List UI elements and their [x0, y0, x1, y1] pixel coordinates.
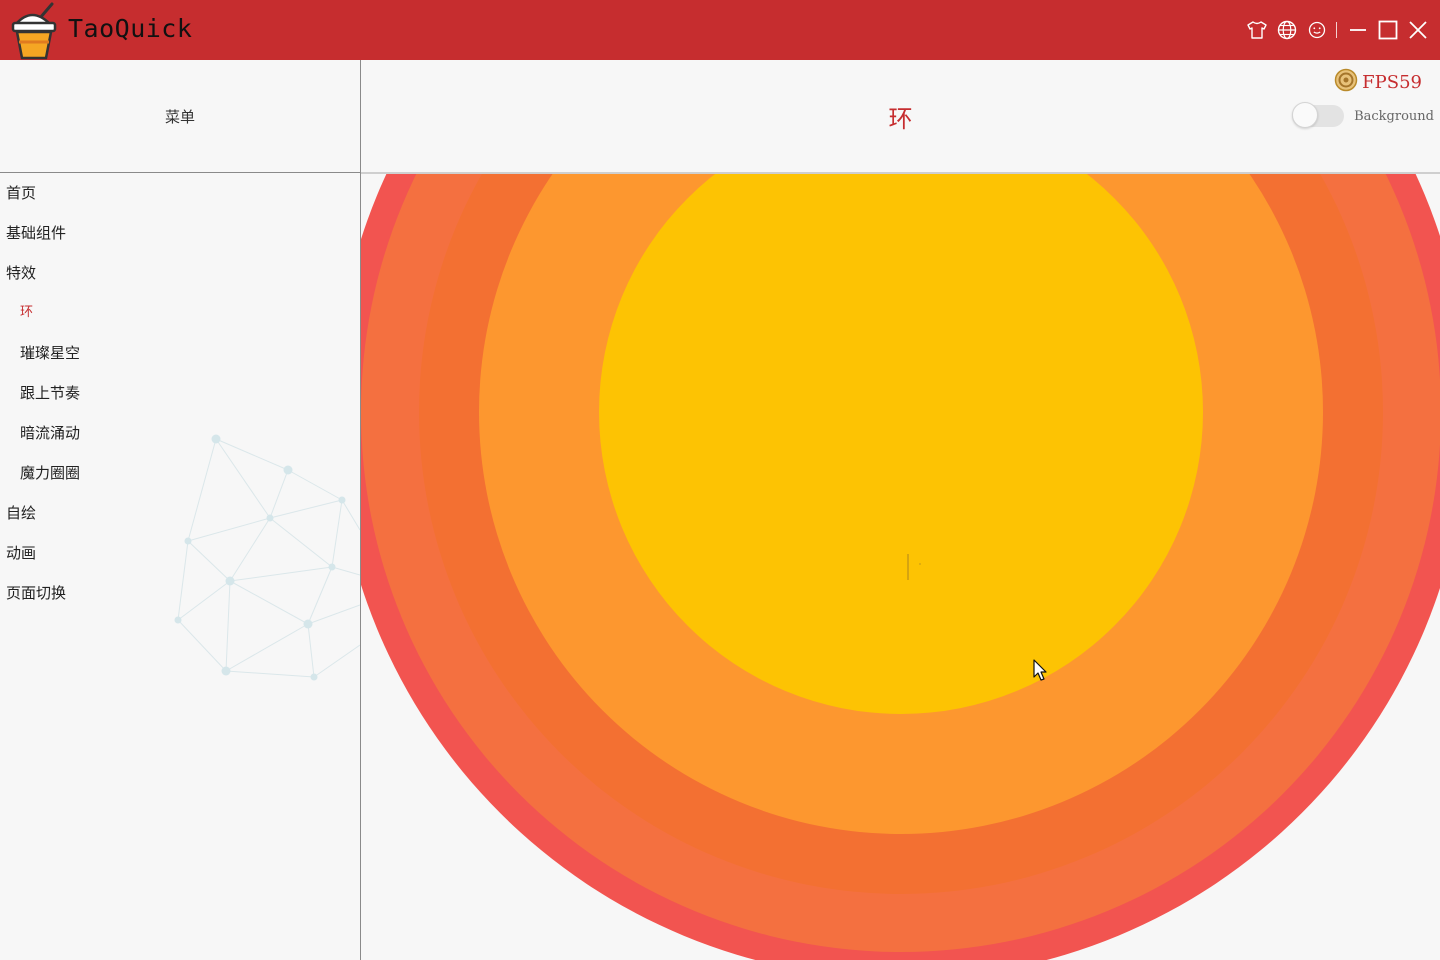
- fps-label: FPS59: [1362, 71, 1422, 93]
- sidebar-item-basic-components[interactable]: 基础组件: [0, 213, 366, 253]
- background-toggle[interactable]: Background: [1292, 102, 1434, 128]
- content-header: 环 FPS59 Background: [361, 60, 1440, 172]
- fps-spinner-icon: [1334, 68, 1358, 96]
- app-logo-icon: [10, 2, 60, 60]
- sidebar-item-keep-rhythm[interactable]: 跟上节奏: [0, 373, 380, 413]
- sidebar-item-home[interactable]: 首页: [0, 173, 366, 213]
- sidebar-item-undercurrent[interactable]: 暗流涌动: [0, 413, 380, 453]
- close-icon[interactable]: [1406, 0, 1430, 60]
- sidebar-item-custom-draw[interactable]: 自绘: [0, 493, 366, 533]
- sidebar-item-page-switch[interactable]: 页面切换: [0, 573, 366, 613]
- fps-indicator: FPS59: [1334, 68, 1422, 96]
- mouse-pointer-icon: [1033, 659, 1047, 681]
- skin-icon[interactable]: [1244, 0, 1270, 60]
- sidebar-item-magic-circles[interactable]: 魔力圈圈: [0, 453, 380, 493]
- minimize-icon[interactable]: [1346, 0, 1370, 60]
- language-icon[interactable]: [1275, 0, 1299, 60]
- app-title: TaoQuick: [68, 14, 193, 43]
- rings-canvas: [361, 174, 1440, 960]
- sidebar-item-effects[interactable]: 特效: [0, 253, 366, 293]
- background-switch-thumb[interactable]: [1292, 102, 1319, 128]
- about-icon[interactable]: [1306, 0, 1328, 60]
- menu-header: 菜单: [164, 107, 195, 126]
- titlebar-separator: [1336, 22, 1337, 38]
- background-switch[interactable]: [1292, 102, 1345, 128]
- page-title: 环: [888, 104, 913, 133]
- sidebar-item-ring[interactable]: 环: [0, 293, 380, 333]
- title-bar: TaoQuick: [0, 0, 1440, 60]
- sidebar-item-starry-sky[interactable]: 璀璨星空: [0, 333, 380, 373]
- content-area: 环 FPS59 Background: [361, 60, 1440, 960]
- background-label: Background: [1354, 108, 1434, 124]
- text-caret-icon: [907, 554, 921, 580]
- maximize-icon[interactable]: [1376, 0, 1400, 60]
- sidebar-item-animation[interactable]: 动画: [0, 533, 366, 573]
- sidebar: 菜单 首页 基础组件 特效 环 璀璨星空 跟上节奏 暗流涌动 魔力圈圈 自绘 动…: [0, 60, 360, 960]
